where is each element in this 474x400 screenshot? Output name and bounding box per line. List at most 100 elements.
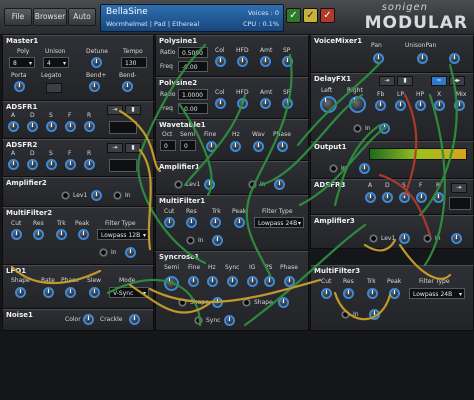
envelope-shape-icon[interactable] [109,121,137,134]
cutoff-knob[interactable] [11,229,22,240]
lev-input-jack[interactable] [174,180,183,189]
input-level-knob[interactable] [212,235,223,246]
cutoff-knob[interactable] [164,217,175,228]
lev-knob[interactable] [204,179,215,190]
oct-field[interactable]: 0 [160,140,176,151]
bend-minus-knob[interactable] [122,81,133,92]
ps-knob[interactable] [264,276,275,287]
input-level-knob[interactable] [274,179,285,190]
fade-knob[interactable] [416,192,427,203]
lev-input-jack[interactable] [61,191,70,200]
hz-knob[interactable] [230,141,241,152]
envelope-shape-icon[interactable] [109,159,137,172]
lev-knob[interactable] [91,190,102,201]
env-gate-icon[interactable]: ▮ [125,105,141,115]
phase-knob[interactable] [65,287,76,298]
ig-knob[interactable] [247,276,258,287]
semi-field[interactable]: 0 [180,140,196,151]
audio-input-jack[interactable] [186,236,195,245]
legato-toggle[interactable] [46,83,62,93]
input-level-knob[interactable] [369,309,380,320]
attack-knob[interactable] [8,159,19,170]
cutoff-knob[interactable] [321,288,332,299]
color-knob[interactable] [83,314,94,325]
audio-input-jack[interactable] [423,234,432,243]
shape1-knob[interactable] [212,297,223,308]
release-knob[interactable] [433,192,444,203]
output-level-knob[interactable] [449,53,460,64]
sp-knob[interactable] [282,98,293,109]
sync-knob[interactable] [227,276,238,287]
delay-left-knob[interactable] [320,96,337,113]
resonance-knob[interactable] [186,217,197,228]
fade-knob[interactable] [65,159,76,170]
delay-sync-icon[interactable]: ⇥ [379,76,395,86]
cross-knob[interactable] [434,100,445,111]
preset-display[interactable]: BellaSine Wormhelmet | Pad | Ethereal Vo… [100,4,284,32]
fine-knob[interactable] [206,141,217,152]
sustain-knob[interactable] [46,121,57,132]
phase-knob[interactable] [284,276,295,287]
delay-gate-icon[interactable]: ▮ [397,76,413,86]
lev-input-jack[interactable] [369,234,378,243]
fade-knob[interactable] [65,121,76,132]
attack-knob[interactable] [8,121,19,132]
decay-knob[interactable] [27,159,38,170]
amt-knob[interactable] [260,56,271,67]
shape-knob[interactable] [15,287,26,298]
tracking-knob[interactable] [210,217,221,228]
resonance-knob[interactable] [33,229,44,240]
col-knob[interactable] [215,98,226,109]
highpass-knob[interactable] [415,100,426,111]
peak-knob[interactable] [78,229,89,240]
decay-knob[interactable] [382,192,393,203]
detune-knob[interactable] [91,57,102,68]
toggle-yellow-check-icon[interactable]: ✓ [303,8,318,23]
fine-knob[interactable] [188,276,199,287]
audio-input-jack[interactable] [248,180,257,189]
audio-input-jack[interactable] [353,124,362,133]
toggle-green-check-icon[interactable]: ✓ [286,8,301,23]
filter-type-select[interactable]: Lowpass 12B [97,229,149,241]
shape1-input-jack[interactable] [178,298,187,307]
delay-mode-icon[interactable]: ≈ [431,76,447,86]
bend-plus-knob[interactable] [89,81,100,92]
freq-field[interactable]: -0.00 [178,103,208,114]
lev-knob[interactable] [399,233,410,244]
pan-knob[interactable] [373,53,384,64]
hfd-knob[interactable] [237,98,248,109]
feedback-knob[interactable] [375,100,386,111]
attack-knob[interactable] [365,192,376,203]
phase-knob[interactable] [277,141,288,152]
toggle-red-check-icon[interactable]: ✓ [320,8,335,23]
peak-knob[interactable] [389,288,400,299]
auto-button[interactable]: Auto [68,8,96,26]
delay-pingpong-icon[interactable]: ◂▸ [449,76,465,86]
crackle-knob[interactable] [129,314,140,325]
audio-input-jack[interactable] [329,164,338,173]
audio-input-jack[interactable] [99,248,108,257]
peak-knob[interactable] [234,217,245,228]
shape2-knob[interactable] [278,297,289,308]
unison-pan-knob[interactable] [417,53,428,64]
mode-select[interactable]: V-Sync [109,287,149,299]
sync-input-jack[interactable] [194,316,203,325]
lowpass-knob[interactable] [395,100,406,111]
hz-knob[interactable] [207,276,218,287]
env-arrow-icon[interactable]: ⇥ [451,183,467,193]
input-level-knob[interactable] [359,163,370,174]
mix-knob[interactable] [454,100,465,111]
envelope-shape-icon[interactable] [449,197,471,210]
hfd-knob[interactable] [237,56,248,67]
poly-select[interactable]: 8 [9,57,35,69]
sustain-knob[interactable] [399,192,410,203]
semi-knob[interactable] [164,276,179,291]
filter-type-select[interactable]: Lowpass 24B [254,217,304,229]
input-level-knob[interactable] [451,233,462,244]
release-knob[interactable] [84,159,95,170]
sustain-knob[interactable] [46,159,57,170]
resonance-knob[interactable] [343,288,354,299]
rate-knob[interactable] [43,287,54,298]
ratio-field[interactable]: 1.0000 [178,89,208,100]
delay-right-knob[interactable] [349,96,366,113]
